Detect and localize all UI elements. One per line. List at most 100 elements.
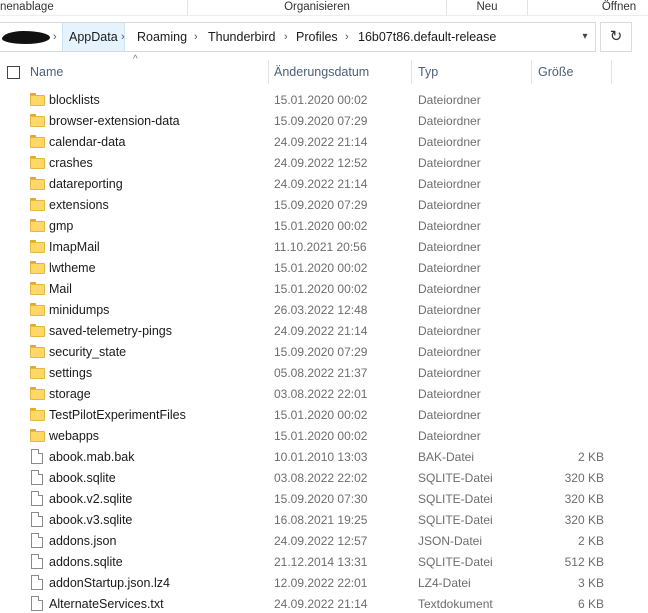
file-name: TestPilotExperimentFiles <box>49 408 186 422</box>
file-row[interactable]: saved-telemetry-pings 24.09.2022 21:14 Dat… <box>0 321 648 342</box>
breadcrumb-thunderbird[interactable]: Thunderbird <box>204 23 279 51</box>
file-type: Dateiordner <box>418 366 481 380</box>
file-date-modified: 16.08.2021 19:25 <box>274 513 368 527</box>
breadcrumb-roaming[interactable]: Roaming <box>133 23 191 51</box>
file-type: LZ4-Datei <box>418 576 471 590</box>
file-row[interactable]: webapps 15.01.2020 00:02 Dateiordner <box>0 426 648 447</box>
file-date-modified: 15.01.2020 00:02 <box>274 282 368 296</box>
column-divider[interactable] <box>611 60 612 84</box>
file-date-modified: 15.09.2020 07:29 <box>274 345 368 359</box>
breadcrumb-profiles[interactable]: Profiles <box>292 23 342 51</box>
file-row[interactable]: minidumps 26.03.2022 12:48 Dateiordner <box>0 300 648 321</box>
file-row[interactable]: calendar-data 24.09.2022 21:14 Dateiordner <box>0 132 648 153</box>
file-size <box>520 90 604 111</box>
file-date-modified: 24.09.2022 12:52 <box>274 156 368 170</box>
file-row[interactable]: ImapMail 11.10.2021 20:56 Dateiordner <box>0 237 648 258</box>
file-row[interactable]: settings 05.08.2022 21:37 Dateiordner <box>0 363 648 384</box>
file-date-modified: 24.09.2022 12:57 <box>274 534 368 548</box>
file-date-modified: 24.09.2022 21:14 <box>274 324 368 338</box>
folder-icon <box>30 324 45 337</box>
file-name: crashes <box>49 156 93 170</box>
file-icon <box>31 512 43 527</box>
file-row[interactable]: security_state 15.09.2020 07:29 Dateiordne… <box>0 342 648 363</box>
file-icon <box>31 575 43 590</box>
sort-ascending-icon: ^ <box>133 54 138 65</box>
file-type: Dateiordner <box>418 135 481 149</box>
folder-icon <box>30 282 45 295</box>
file-row[interactable]: abook.v2.sqlite 15.09.2020 07:30 SQLITE-Da… <box>0 489 648 510</box>
address-history-dropdown-icon[interactable]: ▾ <box>576 23 594 51</box>
file-date-modified: 15.01.2020 00:02 <box>274 93 368 107</box>
file-name: saved-telemetry-pings <box>49 324 172 338</box>
folder-icon <box>30 387 45 400</box>
refresh-icon: ↻ <box>609 28 623 45</box>
file-date-modified: 05.08.2022 21:37 <box>274 366 368 380</box>
file-row[interactable]: addons.sqlite 21.12.2014 13:31 SQLITE-Date… <box>0 552 648 573</box>
breadcrumb-current-folder[interactable]: 16b07t86.default-release <box>354 23 500 51</box>
address-bar[interactable]: › AppData › Roaming › Thunderbird › Prof… <box>0 22 596 52</box>
folder-icon <box>30 219 45 232</box>
file-row[interactable]: abook.v3.sqlite 16.08.2021 19:25 SQLITE-Da… <box>0 510 648 531</box>
file-date-modified: 15.01.2020 00:02 <box>274 261 368 275</box>
chevron-right-icon[interactable]: › <box>194 23 198 51</box>
file-type: Dateiordner <box>418 177 481 191</box>
file-date-modified: 10.01.2010 13:03 <box>274 450 368 464</box>
column-header-type[interactable]: Typ <box>418 58 438 86</box>
file-name: datareporting <box>49 177 123 191</box>
file-size <box>520 363 604 384</box>
file-row[interactable]: addons.json 24.09.2022 12:57 JSON-Datei 2 K… <box>0 531 648 552</box>
breadcrumb-appdata[interactable]: AppData <box>62 23 125 51</box>
file-icon <box>31 596 43 611</box>
ribbon-group-labels: nenablage Organisieren Neu Öffnen <box>0 0 648 16</box>
column-header-date[interactable]: Änderungsdatum <box>274 58 369 86</box>
file-icon <box>31 533 43 548</box>
file-row[interactable]: crashes 24.09.2022 12:52 Dateiordner <box>0 153 648 174</box>
column-divider[interactable] <box>531 60 532 84</box>
file-size <box>520 153 604 174</box>
file-name: ImapMail <box>49 240 100 254</box>
file-row[interactable]: TestPilotExperimentFiles 15.01.2020 00:02… <box>0 405 648 426</box>
column-header-size[interactable]: Größe <box>538 58 573 86</box>
file-row[interactable]: gmp 15.01.2020 00:02 Dateiordner <box>0 216 648 237</box>
file-type: Dateiordner <box>418 429 481 443</box>
folder-icon <box>30 261 45 274</box>
file-type: Dateiordner <box>418 198 481 212</box>
file-row[interactable]: datareporting 24.09.2022 21:14 Dateiordner <box>0 174 648 195</box>
file-name: addons.sqlite <box>49 555 123 569</box>
file-date-modified: 24.09.2022 21:14 <box>274 597 368 611</box>
file-type: Dateiordner <box>418 261 481 275</box>
file-row[interactable]: browser-extension-data 15.09.2020 07:29 Da… <box>0 111 648 132</box>
folder-icon <box>30 177 45 190</box>
file-size <box>520 216 604 237</box>
folder-icon <box>30 198 45 211</box>
file-icon <box>31 554 43 569</box>
file-size <box>520 195 604 216</box>
column-divider[interactable] <box>268 60 269 84</box>
file-size <box>520 321 604 342</box>
file-row[interactable]: storage 03.08.2022 22:01 Dateiordner <box>0 384 648 405</box>
chevron-right-icon[interactable]: › <box>53 23 57 51</box>
refresh-button[interactable]: ↻ <box>600 22 632 52</box>
chevron-right-icon[interactable]: › <box>284 23 288 51</box>
file-row[interactable]: lwtheme 15.01.2020 00:02 Dateiordner <box>0 258 648 279</box>
file-row[interactable]: AlternateServices.txt 24.09.2022 21:14 Tex… <box>0 594 648 613</box>
chevron-right-icon[interactable]: › <box>121 23 125 51</box>
file-row[interactable]: Mail 15.01.2020 00:02 Dateiordner <box>0 279 648 300</box>
column-header-name[interactable]: Name <box>30 58 63 86</box>
column-divider[interactable] <box>411 60 412 84</box>
file-size <box>520 258 604 279</box>
file-type: SQLITE-Datei <box>418 555 493 569</box>
file-row[interactable]: addonStartup.json.lz4 12.09.2022 22:01 LZ4… <box>0 573 648 594</box>
file-name: security_state <box>49 345 127 359</box>
file-type: Dateiordner <box>418 408 481 422</box>
folder-icon <box>30 114 45 127</box>
file-row[interactable]: abook.sqlite 03.08.2022 22:02 SQLITE-Datei… <box>0 468 648 489</box>
file-type: JSON-Datei <box>418 534 483 548</box>
chevron-right-icon[interactable]: › <box>345 23 349 51</box>
file-row[interactable]: extensions 15.09.2020 07:29 Dateiordner <box>0 195 648 216</box>
file-icon <box>31 470 43 485</box>
file-row[interactable]: abook.mab.bak 10.01.2010 13:03 BAK-Datei 2 … <box>0 447 648 468</box>
file-row[interactable]: blocklists 15.01.2020 00:02 Dateiordner <box>0 90 648 111</box>
select-all-checkbox[interactable] <box>7 66 20 79</box>
file-type: Dateiordner <box>418 156 481 170</box>
